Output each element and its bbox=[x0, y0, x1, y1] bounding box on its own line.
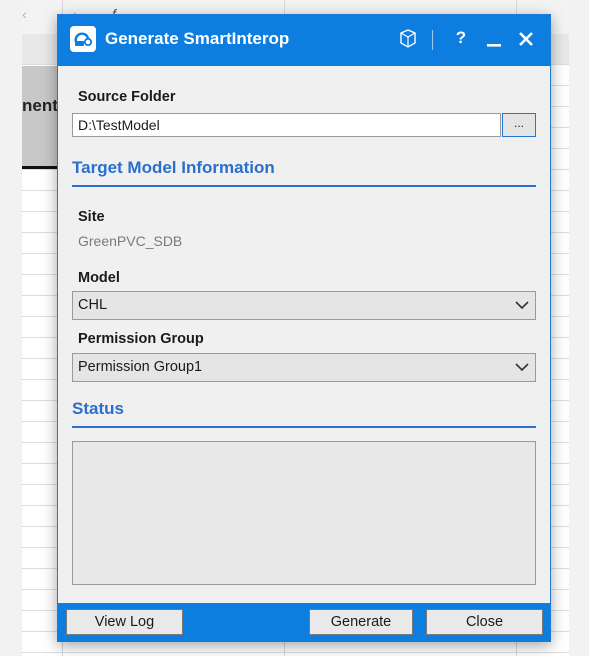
permission-group-label: Permission Group bbox=[78, 331, 204, 347]
help-icon[interactable]: ? bbox=[453, 28, 469, 48]
close-button[interactable]: Close bbox=[426, 609, 543, 635]
chevron-down-icon bbox=[513, 296, 531, 324]
app-logo-icon bbox=[70, 26, 96, 52]
view-log-button[interactable]: View Log bbox=[66, 609, 183, 635]
source-folder-input[interactable]: D:\TestModel bbox=[72, 113, 501, 137]
minimize-icon[interactable] bbox=[484, 28, 504, 55]
model-dropdown[interactable]: CHL bbox=[72, 291, 536, 320]
background-cell-text: nent bbox=[22, 96, 58, 115]
chevron-down-icon bbox=[513, 358, 531, 386]
dialog-footer: View Log Generate Close bbox=[58, 603, 550, 641]
generate-button[interactable]: Generate bbox=[309, 609, 413, 635]
close-icon[interactable] bbox=[516, 28, 536, 55]
site-label: Site bbox=[78, 209, 105, 225]
target-model-heading: Target Model Information bbox=[72, 158, 275, 177]
titlebar-separator bbox=[432, 30, 433, 50]
permission-group-dropdown-value: Permission Group1 bbox=[78, 359, 203, 375]
model-dropdown-value: CHL bbox=[78, 297, 108, 313]
site-value: GreenPVC_SDB bbox=[78, 233, 183, 249]
browse-button[interactable]: ... bbox=[502, 113, 536, 137]
background-cell bbox=[22, 66, 62, 169]
model-label: Model bbox=[78, 270, 120, 286]
source-folder-label: Source Folder bbox=[78, 89, 176, 105]
permission-group-dropdown[interactable]: Permission Group1 bbox=[72, 353, 536, 382]
status-divider bbox=[72, 426, 536, 428]
dialog-titlebar[interactable]: Generate SmartInterop ? bbox=[58, 15, 550, 66]
dialog-title: Generate SmartInterop bbox=[105, 29, 290, 48]
generate-smartinterop-dialog: Generate SmartInterop ? Source Folder D:… bbox=[57, 14, 551, 642]
connector-icon[interactable] bbox=[396, 28, 420, 55]
status-heading: Status bbox=[72, 399, 124, 418]
status-textarea[interactable] bbox=[72, 441, 536, 585]
target-model-divider bbox=[72, 185, 536, 187]
back-arrow-icon: ‹ bbox=[22, 6, 27, 22]
